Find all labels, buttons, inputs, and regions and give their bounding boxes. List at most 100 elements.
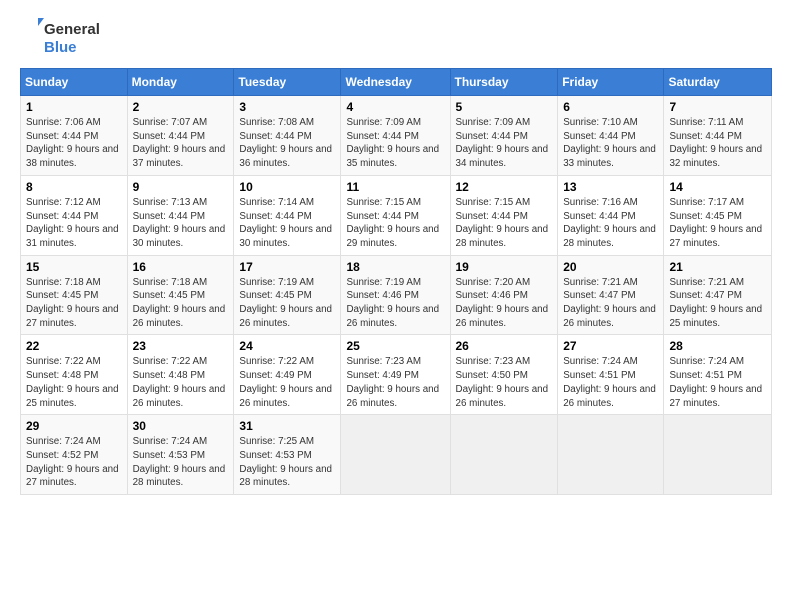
day-info: Sunrise: 7:13 AMSunset: 4:44 PMDaylight:… xyxy=(133,196,229,251)
calendar-cell xyxy=(341,415,450,495)
calendar-cell: 11 Sunrise: 7:15 AMSunset: 4:44 PMDayligh… xyxy=(341,175,450,255)
calendar-cell: 13 Sunrise: 7:16 AMSunset: 4:44 PMDayligh… xyxy=(558,175,664,255)
day-number: 11 xyxy=(346,180,444,194)
day-info: Sunrise: 7:24 AMSunset: 4:52 PMDaylight:… xyxy=(26,435,122,490)
calendar-header-sunday: Sunday xyxy=(21,69,128,96)
calendar-cell: 9Sunrise: 7:13 AMSunset: 4:44 PMDaylight… xyxy=(127,175,234,255)
day-info: Sunrise: 7:24 AMSunset: 4:51 PMDaylight:… xyxy=(563,355,658,410)
day-number: 14 xyxy=(669,180,766,194)
day-number: 13 xyxy=(563,180,658,194)
day-number: 6 xyxy=(563,100,658,114)
day-number: 16 xyxy=(133,260,229,274)
calendar-header-saturday: Saturday xyxy=(664,69,772,96)
day-info: Sunrise: 7:17 AMSunset: 4:45 PMDaylight:… xyxy=(669,196,766,251)
calendar-header-thursday: Thursday xyxy=(450,69,558,96)
page-container: General Blue SundayMondayTuesdayWednesda… xyxy=(0,0,792,612)
day-info: Sunrise: 7:18 AMSunset: 4:45 PMDaylight:… xyxy=(26,276,122,331)
day-number: 18 xyxy=(346,260,444,274)
calendar-cell: 26 Sunrise: 7:23 AMSunset: 4:50 PMDayligh… xyxy=(450,335,558,415)
day-number: 15 xyxy=(26,260,122,274)
day-info: Sunrise: 7:25 AMSunset: 4:53 PMDaylight:… xyxy=(239,435,335,490)
day-info: Sunrise: 7:21 AMSunset: 4:47 PMDaylight:… xyxy=(669,276,766,331)
calendar-cell: 30 Sunrise: 7:24 AMSunset: 4:53 PMDayligh… xyxy=(127,415,234,495)
calendar-cell: 22 Sunrise: 7:22 AMSunset: 4:48 PMDayligh… xyxy=(21,335,128,415)
logo-svg: General Blue xyxy=(20,16,110,58)
calendar-cell: 1 Sunrise: 7:06 AMSunset: 4:44 PMDaylight… xyxy=(21,96,128,176)
day-number: 26 xyxy=(456,339,553,353)
svg-text:Blue: Blue xyxy=(44,39,77,56)
day-info: Sunrise: 7:11 AMSunset: 4:44 PMDaylight:… xyxy=(669,116,766,171)
calendar-cell: 23Sunrise: 7:22 AMSunset: 4:48 PMDayligh… xyxy=(127,335,234,415)
calendar-cell: 2 Sunrise: 7:07 AMSunset: 4:44 PMDaylight… xyxy=(127,96,234,176)
calendar-header-wednesday: Wednesday xyxy=(341,69,450,96)
logo: General Blue xyxy=(20,16,110,58)
day-info: Sunrise: 7:15 AMSunset: 4:44 PMDaylight:… xyxy=(456,196,553,251)
day-number: 22 xyxy=(26,339,122,353)
day-info: Sunrise: 7:14 AMSunset: 4:44 PMDaylight:… xyxy=(239,196,335,251)
day-number: 19 xyxy=(456,260,553,274)
calendar-cell xyxy=(450,415,558,495)
day-number: 12 xyxy=(456,180,553,194)
calendar-cell: 12 Sunrise: 7:15 AMSunset: 4:44 PMDayligh… xyxy=(450,175,558,255)
calendar-cell: 25Sunrise: 7:23 AMSunset: 4:49 PMDayligh… xyxy=(341,335,450,415)
day-info: Sunrise: 7:24 AMSunset: 4:53 PMDaylight:… xyxy=(133,435,229,490)
day-number: 1 xyxy=(26,100,122,114)
day-number: 23 xyxy=(133,339,229,353)
day-info: Sunrise: 7:16 AMSunset: 4:44 PMDaylight:… xyxy=(563,196,658,251)
calendar-cell: 27 Sunrise: 7:24 AMSunset: 4:51 PMDayligh… xyxy=(558,335,664,415)
calendar-cell: 24Sunrise: 7:22 AMSunset: 4:49 PMDayligh… xyxy=(234,335,341,415)
day-number: 7 xyxy=(669,100,766,114)
day-number: 29 xyxy=(26,419,122,433)
calendar-cell: 6 Sunrise: 7:10 AMSunset: 4:44 PMDaylight… xyxy=(558,96,664,176)
day-number: 31 xyxy=(239,419,335,433)
day-number: 17 xyxy=(239,260,335,274)
svg-text:General: General xyxy=(44,21,100,38)
calendar-week-row: 15 Sunrise: 7:18 AMSunset: 4:45 PMDayligh… xyxy=(21,255,772,335)
day-number: 5 xyxy=(456,100,553,114)
day-number: 2 xyxy=(133,100,229,114)
calendar-cell xyxy=(558,415,664,495)
day-number: 27 xyxy=(563,339,658,353)
calendar-cell: 29 Sunrise: 7:24 AMSunset: 4:52 PMDayligh… xyxy=(21,415,128,495)
day-info: Sunrise: 7:22 AMSunset: 4:48 PMDaylight:… xyxy=(26,355,122,410)
calendar-cell xyxy=(664,415,772,495)
day-info: Sunrise: 7:20 AMSunset: 4:46 PMDaylight:… xyxy=(456,276,553,331)
day-info: Sunrise: 7:23 AMSunset: 4:49 PMDaylight:… xyxy=(346,355,444,410)
day-number: 28 xyxy=(669,339,766,353)
calendar-cell: 21 Sunrise: 7:21 AMSunset: 4:47 PMDayligh… xyxy=(664,255,772,335)
calendar-week-row: 22 Sunrise: 7:22 AMSunset: 4:48 PMDayligh… xyxy=(21,335,772,415)
day-info: Sunrise: 7:15 AMSunset: 4:44 PMDaylight:… xyxy=(346,196,444,251)
header: General Blue xyxy=(20,16,772,58)
day-number: 4 xyxy=(346,100,444,114)
calendar-cell: 10 Sunrise: 7:14 AMSunset: 4:44 PMDayligh… xyxy=(234,175,341,255)
calendar-week-row: 1 Sunrise: 7:06 AMSunset: 4:44 PMDaylight… xyxy=(21,96,772,176)
day-number: 8 xyxy=(26,180,122,194)
calendar-cell: 7 Sunrise: 7:11 AMSunset: 4:44 PMDaylight… xyxy=(664,96,772,176)
calendar-cell: 4Sunrise: 7:09 AMSunset: 4:44 PMDaylight… xyxy=(341,96,450,176)
calendar-cell: 8 Sunrise: 7:12 AMSunset: 4:44 PMDaylight… xyxy=(21,175,128,255)
calendar-cell: 14 Sunrise: 7:17 AMSunset: 4:45 PMDayligh… xyxy=(664,175,772,255)
calendar-cell: 18 Sunrise: 7:19 AMSunset: 4:46 PMDayligh… xyxy=(341,255,450,335)
calendar-cell: 20Sunrise: 7:21 AMSunset: 4:47 PMDayligh… xyxy=(558,255,664,335)
day-info: Sunrise: 7:19 AMSunset: 4:45 PMDaylight:… xyxy=(239,276,335,331)
calendar-week-row: 29 Sunrise: 7:24 AMSunset: 4:52 PMDayligh… xyxy=(21,415,772,495)
day-number: 10 xyxy=(239,180,335,194)
day-number: 30 xyxy=(133,419,229,433)
calendar-header-row: SundayMondayTuesdayWednesdayThursdayFrid… xyxy=(21,69,772,96)
day-info: Sunrise: 7:23 AMSunset: 4:50 PMDaylight:… xyxy=(456,355,553,410)
calendar-cell: 31 Sunrise: 7:25 AMSunset: 4:53 PMDayligh… xyxy=(234,415,341,495)
calendar-week-row: 8 Sunrise: 7:12 AMSunset: 4:44 PMDaylight… xyxy=(21,175,772,255)
day-info: Sunrise: 7:07 AMSunset: 4:44 PMDaylight:… xyxy=(133,116,229,171)
day-info: Sunrise: 7:12 AMSunset: 4:44 PMDaylight:… xyxy=(26,196,122,251)
calendar-cell: 17 Sunrise: 7:19 AMSunset: 4:45 PMDayligh… xyxy=(234,255,341,335)
calendar-cell: 5Sunrise: 7:09 AMSunset: 4:44 PMDaylight… xyxy=(450,96,558,176)
calendar-header-monday: Monday xyxy=(127,69,234,96)
calendar-header-tuesday: Tuesday xyxy=(234,69,341,96)
calendar-cell: 15 Sunrise: 7:18 AMSunset: 4:45 PMDayligh… xyxy=(21,255,128,335)
calendar-header-friday: Friday xyxy=(558,69,664,96)
calendar-cell: 28Sunrise: 7:24 AMSunset: 4:51 PMDayligh… xyxy=(664,335,772,415)
day-number: 21 xyxy=(669,260,766,274)
day-info: Sunrise: 7:06 AMSunset: 4:44 PMDaylight:… xyxy=(26,116,122,171)
day-info: Sunrise: 7:10 AMSunset: 4:44 PMDaylight:… xyxy=(563,116,658,171)
day-info: Sunrise: 7:19 AMSunset: 4:46 PMDaylight:… xyxy=(346,276,444,331)
